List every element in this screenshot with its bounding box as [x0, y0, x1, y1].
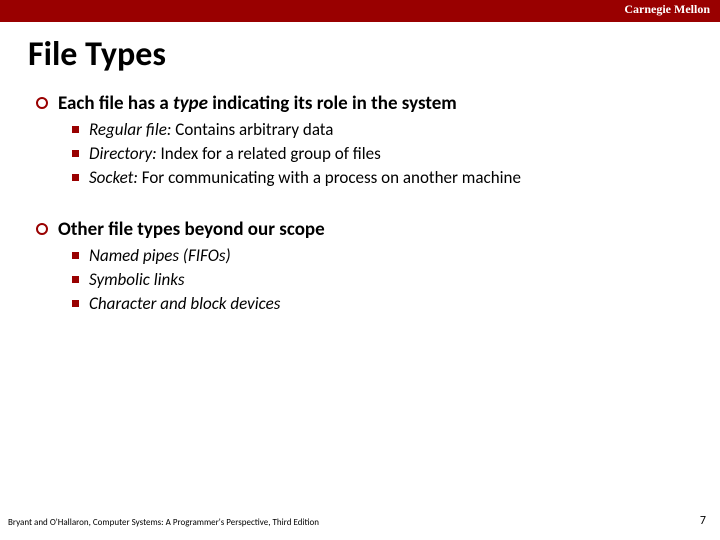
page-number: 7	[700, 514, 706, 528]
bullet-l2-text: Socket: For communicating with a process…	[89, 167, 521, 188]
square-bullet-icon	[72, 276, 79, 283]
bullet-l2: Symbolic links	[72, 269, 690, 290]
ring-bullet-icon	[36, 97, 48, 109]
bullet-l2: Regular file: Contains arbitrary data	[72, 119, 690, 140]
bullet-l1: Other file types beyond our scope Named …	[36, 218, 690, 314]
bullet-l2-text: Regular file: Contains arbitrary data	[89, 119, 333, 140]
bullet-l2: Character and block devices	[72, 293, 690, 314]
bullet-l2: Socket: For communicating with a process…	[72, 167, 690, 188]
square-bullet-icon	[72, 300, 79, 307]
bullet-l1: Each file has a type indicating its role…	[36, 92, 690, 188]
square-bullet-icon	[72, 150, 79, 157]
bullet-l2-text: Directory: Index for a related group of …	[89, 143, 381, 164]
bullet-l1-text: Other file types beyond our scope	[58, 218, 325, 241]
bullet-l1-text: Each file has a type indicating its role…	[58, 92, 457, 115]
footer-citation: Bryant and O'Hallaron, Computer Systems:…	[8, 517, 319, 528]
header-bar: Carnegie Mellon	[0, 0, 720, 22]
square-bullet-icon	[72, 174, 79, 181]
slide-content: Each file has a type indicating its role…	[36, 92, 690, 320]
brand-label: Carnegie Mellon	[624, 2, 710, 17]
bullet-l2-text: Character and block devices	[89, 293, 280, 314]
bullet-l2: Directory: Index for a related group of …	[72, 143, 690, 164]
square-bullet-icon	[72, 252, 79, 259]
bullet-l2: Named pipes (FIFOs)	[72, 245, 690, 266]
bullet-l2-text: Symbolic links	[89, 269, 184, 290]
ring-bullet-icon	[36, 223, 48, 235]
square-bullet-icon	[72, 126, 79, 133]
bullet-l2-text: Named pipes (FIFOs)	[89, 245, 231, 266]
slide-title: File Types	[28, 34, 166, 75]
